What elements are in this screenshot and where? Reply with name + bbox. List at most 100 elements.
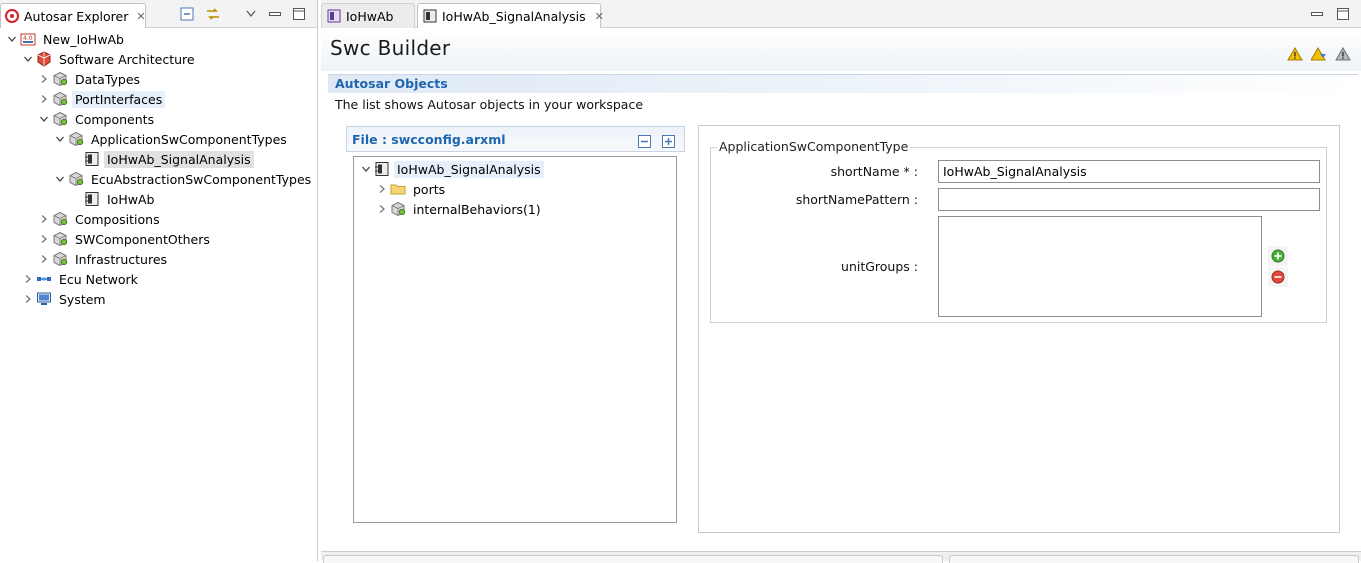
chevron-right-icon[interactable] xyxy=(38,69,50,89)
explorer-tree-item[interactable]: IoHwAb xyxy=(70,189,157,209)
view-menu-icon[interactable] xyxy=(243,6,259,22)
minimize-icon[interactable] xyxy=(1309,6,1325,22)
tree-item-label: Infrastructures xyxy=(75,251,168,267)
tab-autosar-explorer[interactable]: Autosar Explorer ✕ xyxy=(0,3,146,28)
tree-item-label: Components xyxy=(75,111,155,127)
expand-all-icon[interactable] xyxy=(660,133,676,149)
explorer-tree-item[interactable]: Software Architecture xyxy=(22,49,198,69)
tree-item-label: IoHwAb_SignalAnalysis xyxy=(394,160,544,178)
explorer-tree-item[interactable]: PortInterfaces xyxy=(38,89,166,109)
system-icon xyxy=(36,291,52,307)
component-icon xyxy=(374,161,390,177)
explorer-tree-item[interactable]: Components xyxy=(38,109,157,129)
tree-item-label: Compositions xyxy=(75,211,160,227)
section-description: The list shows Autosar objects in your w… xyxy=(335,97,644,112)
project-icon: 4.0 xyxy=(20,31,36,47)
package-icon xyxy=(52,91,68,107)
bottom-tab[interactable] xyxy=(323,555,943,563)
tree-item-label: Ecu Network xyxy=(59,271,138,287)
chevron-down-icon[interactable] xyxy=(38,109,50,129)
component-icon xyxy=(84,151,100,167)
tree-item-label: New_IoHwAb xyxy=(43,31,124,47)
shortname-input[interactable]: IoHwAb_SignalAnalysis xyxy=(938,160,1320,183)
collapse-all-icon[interactable] xyxy=(179,6,195,22)
tree-item-label: IoHwAb_SignalAnalysis xyxy=(104,150,254,168)
chevron-down-icon[interactable] xyxy=(6,29,18,49)
tree-item-label: Software Architecture xyxy=(59,51,195,67)
editor-tab-bar: IoHwAb IoHwAb_SignalAnalysis ✕ xyxy=(321,0,1361,28)
collapse-all-icon[interactable] xyxy=(636,133,652,149)
warning-gray-icon[interactable] xyxy=(1335,47,1351,61)
tab-iohwab-label: IoHwAb xyxy=(346,8,394,24)
object-tree-item[interactable]: internalBehaviors(1) xyxy=(376,199,544,219)
explorer-tree-item[interactable]: 4.0 New_IoHwAb xyxy=(6,29,127,49)
unitgroups-list[interactable] xyxy=(938,216,1262,317)
form-title: Swc Builder xyxy=(330,36,451,60)
close-icon[interactable]: ✕ xyxy=(595,10,604,23)
maximize-icon[interactable] xyxy=(1335,6,1351,22)
explorer-tree-item[interactable]: Infrastructures xyxy=(38,249,170,269)
bottom-tab[interactable] xyxy=(949,555,1359,563)
chevron-down-icon[interactable] xyxy=(360,159,372,179)
explorer-tree-item[interactable]: Ecu Network xyxy=(22,269,141,289)
shortname-label: shortName * : xyxy=(830,164,918,179)
unitgroups-label: unitGroups : xyxy=(841,259,918,274)
warning-icon[interactable] xyxy=(1287,47,1303,61)
tree-item-label: PortInterfaces xyxy=(72,90,166,108)
section-header: Autosar Objects xyxy=(328,74,1358,93)
chevron-right-icon[interactable] xyxy=(38,249,50,269)
add-icon xyxy=(1271,249,1285,263)
minimize-icon[interactable] xyxy=(267,6,283,22)
maximize-icon[interactable] xyxy=(291,6,307,22)
explorer-tree-item[interactable]: DataTypes xyxy=(38,69,143,89)
explorer-tree-item[interactable]: SWComponentOthers xyxy=(38,229,213,249)
chevron-right-icon[interactable] xyxy=(38,229,50,249)
warning-filter-icon[interactable] xyxy=(1311,47,1327,61)
add-unitgroup-button[interactable] xyxy=(1268,246,1288,266)
chevron-right-icon[interactable] xyxy=(22,269,34,289)
package-icon xyxy=(390,201,406,217)
svg-text:4.0: 4.0 xyxy=(23,35,33,42)
object-tree-item[interactable]: IoHwAb_SignalAnalysis xyxy=(360,159,544,179)
group-title: ApplicationSwComponentType xyxy=(717,139,911,154)
shortnamepattern-input[interactable] xyxy=(938,188,1320,211)
explorer-tree-item[interactable]: System xyxy=(22,289,109,309)
chevron-down-icon[interactable] xyxy=(54,129,66,149)
explorer-tree-item[interactable]: EcuAbstractionSwComponentTypes xyxy=(54,169,314,189)
network-icon xyxy=(36,271,52,287)
link-with-editor-icon[interactable] xyxy=(205,6,221,22)
chevron-right-icon[interactable] xyxy=(376,199,388,219)
file-label: File : swcconfig.arxml xyxy=(352,132,506,147)
chevron-right-icon[interactable] xyxy=(376,179,388,199)
tree-item-label: System xyxy=(59,291,106,307)
architecture-icon xyxy=(36,51,52,67)
chevron-down-icon[interactable] xyxy=(22,49,34,69)
chevron-right-icon[interactable] xyxy=(22,289,34,309)
close-icon[interactable]: ✕ xyxy=(136,10,145,23)
object-tree-item[interactable]: ports xyxy=(376,179,448,199)
explorer-tree-item[interactable]: ApplicationSwComponentTypes xyxy=(54,129,290,149)
explorer-tree-item[interactable]: Compositions xyxy=(38,209,163,229)
file-panel-header: File : swcconfig.arxml xyxy=(346,126,685,152)
tab-iohwab-signalanalysis[interactable]: IoHwAb_SignalAnalysis ✕ xyxy=(417,3,604,28)
chevron-down-icon[interactable] xyxy=(54,169,66,189)
tree-item-label: ports xyxy=(413,181,446,197)
tab-signalanalysis-label: IoHwAb_SignalAnalysis xyxy=(442,8,586,24)
tree-item-label: internalBehaviors(1) xyxy=(413,201,541,217)
package-icon xyxy=(52,251,68,267)
explorer-tab-label: Autosar Explorer xyxy=(24,8,129,24)
package-icon xyxy=(52,231,68,247)
remove-icon xyxy=(1271,270,1285,284)
remove-unitgroup-button[interactable] xyxy=(1268,267,1288,287)
tab-iohwab[interactable]: IoHwAb xyxy=(321,3,415,28)
explorer-tree-item[interactable]: IoHwAb_SignalAnalysis xyxy=(70,149,254,169)
chevron-right-icon[interactable] xyxy=(38,209,50,229)
tree-item-label: IoHwAb xyxy=(107,191,155,207)
package-icon xyxy=(52,211,68,227)
chevron-right-icon[interactable] xyxy=(38,89,50,109)
object-tree[interactable]: IoHwAb_SignalAnalysisports internalBehavi… xyxy=(353,156,677,523)
tree-item-label: EcuAbstractionSwComponentTypes xyxy=(91,171,312,187)
section-title: Autosar Objects xyxy=(335,76,448,91)
autosar-explorer-view: Autosar Explorer ✕ 4.0 New_IoHwAb Software… xyxy=(0,0,318,561)
